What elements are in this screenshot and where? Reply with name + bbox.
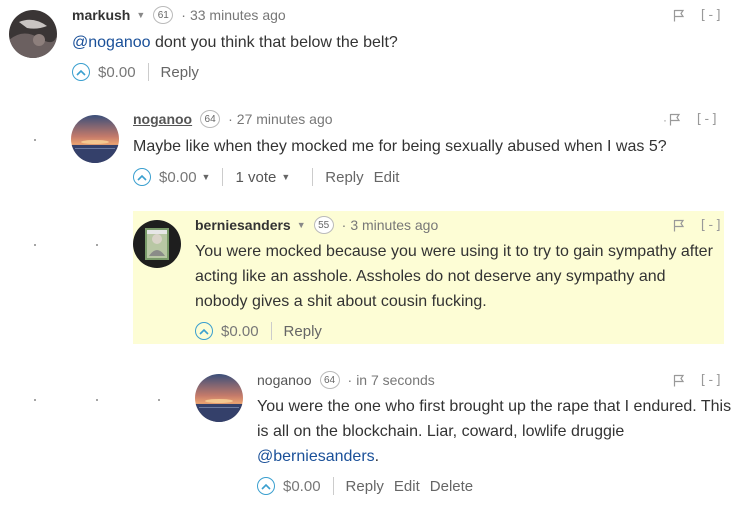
payout-value[interactable]: $0.00: [283, 478, 321, 495]
timestamp[interactable]: · 27 minutes ago: [228, 111, 332, 127]
comment-actions: [-]: [673, 8, 722, 23]
thread-indent-dot: [96, 399, 98, 401]
chevron-up-circle-icon[interactable]: [195, 322, 213, 340]
delete-button[interactable]: Delete: [430, 478, 473, 495]
reply-button[interactable]: Reply: [325, 169, 363, 186]
comment-body-text: Maybe like when they mocked me for being…: [133, 138, 667, 155]
avatar[interactable]: [71, 115, 119, 163]
author-link[interactable]: berniesanders: [195, 217, 291, 233]
comment-body: You were mocked because you were using i…: [195, 239, 720, 314]
reputation-badge: 64: [319, 371, 340, 389]
thread-indent-dot: [158, 399, 160, 401]
comment-highlighted: berniesanders ▼ 55 · 3 minutes ago [-] Yo…: [133, 211, 724, 344]
reply-button[interactable]: Reply: [284, 323, 322, 340]
reputation-badge: 61: [153, 6, 174, 24]
divider: [332, 477, 334, 495]
flag-icon[interactable]: [673, 9, 685, 22]
divider: [147, 63, 149, 81]
chevron-up-circle-icon[interactable]: [133, 168, 151, 186]
comment-body: You were the one who first brought up th…: [257, 394, 732, 469]
comment-body-text: You were the one who first brought up th…: [257, 398, 732, 440]
dot-icon: ·: [663, 112, 667, 127]
comment-body-end: .: [374, 448, 380, 465]
comment-footer: $0.00 Reply: [72, 63, 209, 81]
timestamp[interactable]: · 3 minutes ago: [342, 217, 439, 233]
comment-body: Maybe like when they mocked me for being…: [133, 134, 733, 159]
vote-count[interactable]: 1 vote: [235, 169, 276, 186]
collapse-button[interactable]: [-]: [699, 218, 722, 233]
comment-body: @noganoo dont you think that below the b…: [72, 30, 712, 55]
comment-body-text: You were mocked because you were using i…: [195, 243, 713, 310]
timestamp[interactable]: · in 7 seconds: [348, 372, 435, 388]
payout-value[interactable]: $0.00: [221, 323, 259, 340]
timestamp-text[interactable]: in 7 seconds: [356, 372, 435, 388]
comment-body-text: dont you think that below the belt?: [150, 34, 398, 51]
comment-header: noganoo 64 · in 7 seconds: [257, 371, 435, 389]
timestamp-text[interactable]: 3 minutes ago: [350, 217, 438, 233]
comment-header: noganoo 64 · 27 minutes ago: [133, 110, 333, 128]
reply-button[interactable]: Reply: [161, 64, 199, 81]
reply-button[interactable]: Reply: [346, 478, 384, 495]
timestamp-text[interactable]: 33 minutes ago: [190, 7, 286, 23]
timestamp[interactable]: · 33 minutes ago: [181, 7, 285, 23]
comment: noganoo 64 · 27 minutes ago · [-] Maybe l…: [60, 100, 740, 200]
thread-indent-dot: [34, 244, 36, 246]
avatar[interactable]: [9, 10, 57, 58]
author-link[interactable]: markush: [72, 7, 130, 23]
flag-icon[interactable]: [673, 219, 685, 232]
timestamp-text[interactable]: 27 minutes ago: [237, 111, 333, 127]
divider: [222, 168, 224, 186]
edit-button[interactable]: Edit: [374, 169, 400, 186]
flag-icon[interactable]: [669, 113, 681, 126]
comment-footer: $0.00 ▼ 1 vote ▼ Reply Edit: [133, 168, 409, 186]
comment-actions: [-]: [673, 373, 722, 388]
flag-icon[interactable]: [673, 374, 685, 387]
mention-link[interactable]: @berniesanders: [257, 448, 375, 465]
avatar[interactable]: [133, 220, 181, 268]
reputation-badge: 64: [200, 110, 221, 128]
comment-footer: $0.00 Reply Edit Delete: [257, 477, 483, 495]
edit-button[interactable]: Edit: [394, 478, 420, 495]
avatar[interactable]: [195, 374, 243, 422]
payout-value[interactable]: $0.00: [98, 64, 136, 81]
comment-footer: $0.00 Reply: [195, 322, 332, 340]
thread-indent-dot: [34, 399, 36, 401]
payout-value[interactable]: $0.00: [159, 169, 197, 186]
comment-actions: [-]: [673, 218, 722, 233]
comment-header: berniesanders ▼ 55 · 3 minutes ago: [195, 216, 438, 234]
divider: [312, 168, 314, 186]
mention-link[interactable]: @noganoo: [72, 34, 151, 51]
reputation-badge: 55: [313, 216, 334, 234]
chevron-up-circle-icon[interactable]: [72, 63, 90, 81]
comment-actions: · [-]: [663, 112, 718, 127]
chevron-up-circle-icon[interactable]: [257, 477, 275, 495]
caret-down-icon[interactable]: ▼: [281, 172, 290, 182]
thread-indent-dot: [96, 244, 98, 246]
collapse-button[interactable]: [-]: [699, 8, 722, 23]
caret-down-icon[interactable]: ▼: [297, 220, 306, 230]
author-link[interactable]: noganoo: [257, 372, 312, 388]
collapse-button[interactable]: [-]: [695, 112, 718, 127]
collapse-button[interactable]: [-]: [699, 373, 722, 388]
thread-indent-dot: [34, 139, 36, 141]
comment-header: markush ▼ 61 · 33 minutes ago: [72, 6, 286, 24]
author-link[interactable]: noganoo: [133, 111, 192, 127]
caret-down-icon[interactable]: ▼: [202, 172, 211, 182]
comment: markush ▼ 61 · 33 minutes ago [-] @nogano…: [0, 0, 740, 95]
comment: noganoo 64 · in 7 seconds [-] You were th…: [185, 360, 740, 513]
divider: [270, 322, 272, 340]
caret-down-icon[interactable]: ▼: [136, 10, 145, 20]
